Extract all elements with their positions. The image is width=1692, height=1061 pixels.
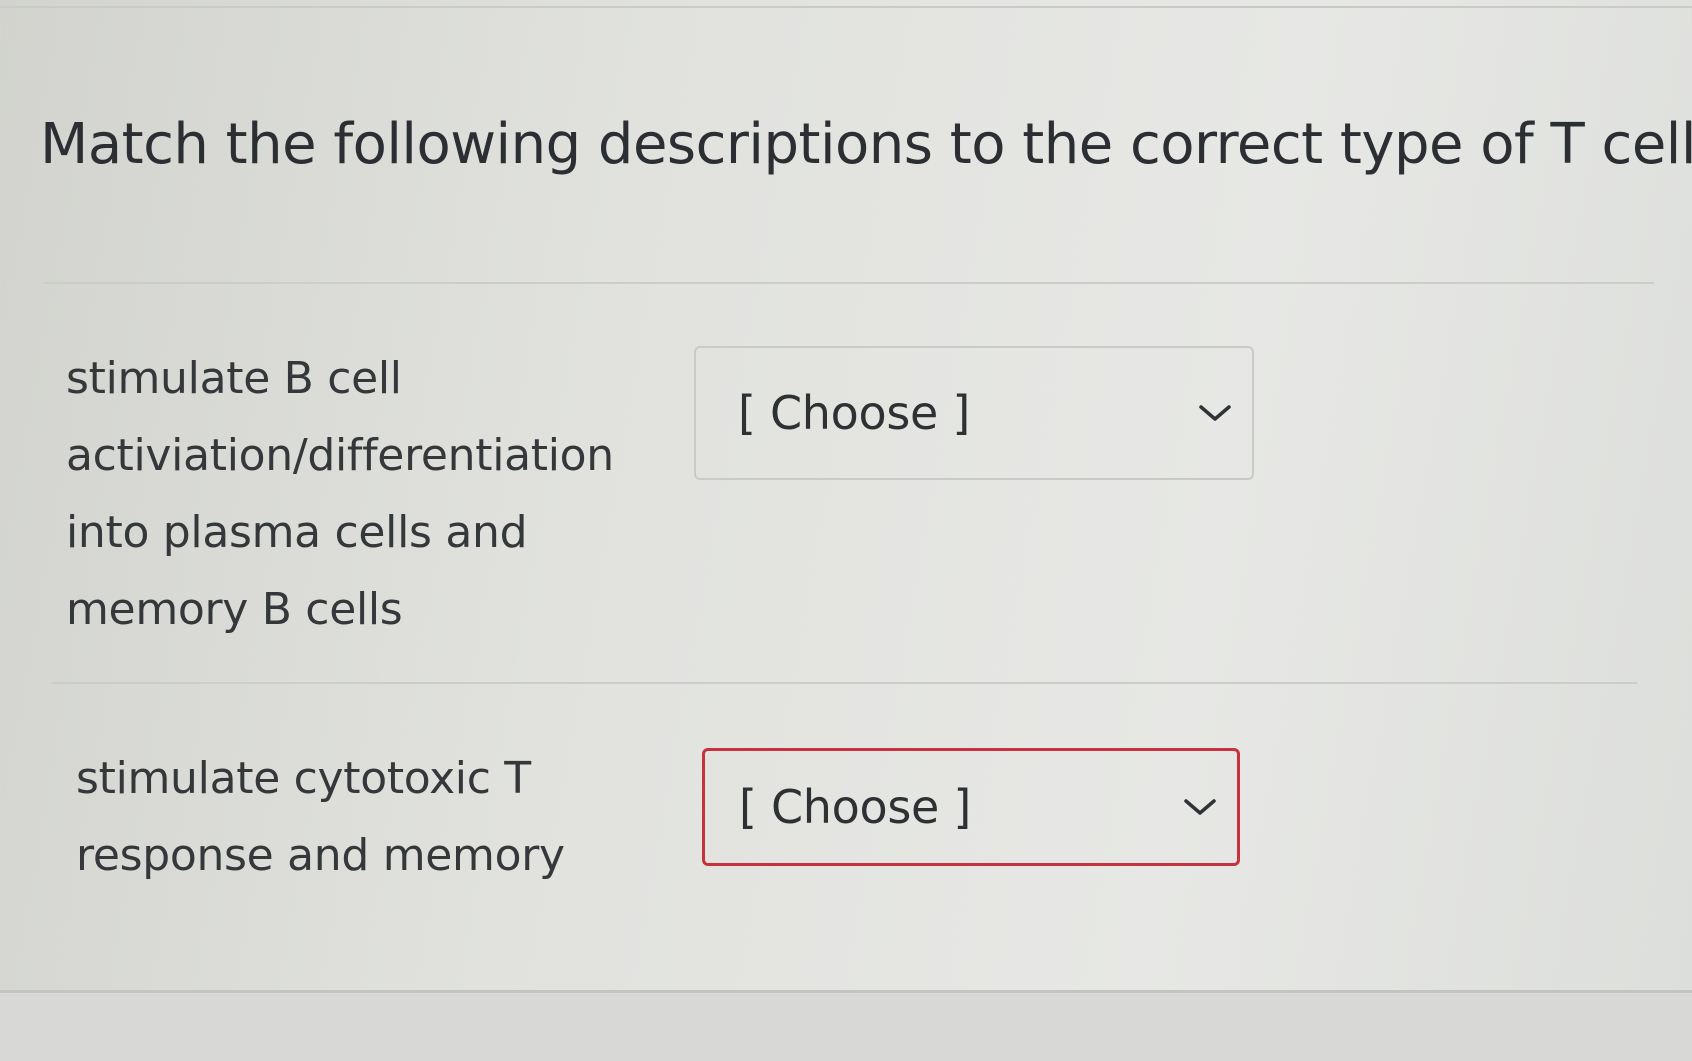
top-border [0,6,1692,8]
select-value: [ Choose ] [739,780,971,834]
page-footer-area [0,993,1692,1061]
chevron-down-icon [1184,799,1216,815]
description-line: activiation/differentiation [66,430,614,481]
description-line: memory B cells [66,584,403,635]
question-title: Match the following descriptions to the … [40,112,1692,177]
select-value: [ Choose ] [738,386,970,440]
description-line: response and memory [76,830,565,881]
match-description: stimulate B cell activiation/differentia… [66,340,666,648]
description-line: into plasma cells and [66,507,528,558]
divider [52,682,1637,684]
description-line: stimulate B cell [66,353,402,404]
answer-select[interactable]: [ Choose ] [694,346,1254,480]
chevron-down-icon [1199,405,1231,421]
answer-select[interactable]: [ Choose ] [702,748,1240,866]
description-line: stimulate cytotoxic T [76,753,531,804]
divider [44,282,1654,284]
match-description: stimulate cytotoxic T response and memor… [76,740,636,894]
